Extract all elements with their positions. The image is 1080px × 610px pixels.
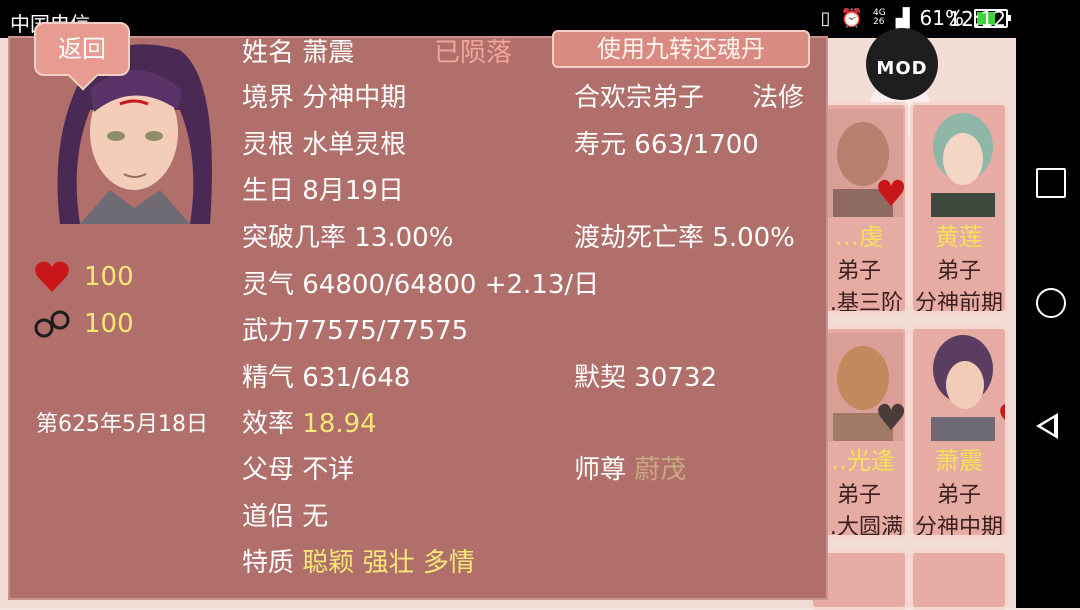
home-button[interactable] [1036, 288, 1066, 318]
disciple-card[interactable]: ♥ 萧震 弟子 分神中期 [910, 326, 1008, 538]
card-rank: …基三阶 [814, 291, 903, 314]
master-link[interactable]: 蔚茂 [634, 455, 686, 485]
spirit-root-field: 灵根 水单灵根 [242, 130, 407, 160]
lifespan-field: 寿元 663/1700 [574, 130, 759, 160]
recents-button[interactable] [1036, 168, 1066, 198]
portrait-image [923, 109, 1003, 217]
tribulation-field: 渡劫死亡率 5.00% [574, 223, 795, 253]
card-rank: 分神中期 [914, 515, 1003, 538]
essence-field: 精气 631/648 [242, 363, 411, 393]
card-rank: …大圆满 [814, 515, 903, 538]
vibrate-icon: ▯ [820, 7, 831, 29]
mod-button[interactable]: MOD [866, 28, 938, 100]
qi-field: 灵气 64800/64800 +2.13/日 [242, 270, 600, 300]
card-role: 弟子 [836, 259, 881, 284]
traits-field: 特质 聪颖 强壮 多情 [242, 548, 475, 578]
bond-row: 100 [34, 308, 134, 340]
heart-icon: ♥ [875, 174, 908, 215]
partner-field: 道侣 无 [242, 502, 329, 532]
back-nav-button[interactable] [1036, 413, 1058, 439]
signal-icon: ▟ [895, 7, 910, 29]
card-rank: 分神前期 [914, 291, 1003, 314]
trait-item[interactable]: 强壮 [363, 548, 415, 578]
master-field: 师尊 蔚茂 [574, 455, 687, 485]
game-date: 第625年5月18日 [36, 412, 208, 437]
heart-icon: ♥ [997, 401, 1005, 437]
name-field: 姓名 萧震 [242, 38, 355, 68]
heart-icon: ♥ [875, 398, 908, 439]
alarm-icon: ⏰ [840, 7, 863, 29]
card-name: …光逢 [823, 447, 895, 475]
handcuffs-icon [34, 310, 70, 338]
favor-value: 100 [84, 262, 134, 292]
efficiency-field: 效率 18.94 [242, 409, 377, 439]
heart-icon [35, 261, 69, 292]
favor-row: 100 [34, 260, 134, 294]
card-role: 弟子 [936, 259, 981, 284]
use-revive-pill-button[interactable]: 使用九转还魂丹 [552, 30, 810, 68]
class-label: 法修 [752, 83, 805, 113]
card-role: 弟子 [936, 483, 981, 508]
android-nav-bar [1016, 38, 1080, 608]
sect-label: 合欢宗弟子 [574, 83, 705, 113]
card-role: 弟子 [836, 483, 881, 508]
status-label: 已陨落 [434, 38, 513, 68]
parents-field: 父母 不详 [242, 455, 355, 485]
birthday-field: 生日 8月19日 [242, 176, 404, 206]
clock: 12:12 [948, 7, 1006, 31]
disciple-card[interactable]: 黄莲 弟子 分神前期 [910, 102, 1008, 314]
network-icon: 4G 26 [873, 8, 886, 27]
card-name: …虔 [835, 223, 883, 251]
portrait-image [923, 333, 1003, 441]
rapport-field: 默契 30732 [574, 363, 717, 393]
trait-item[interactable]: 多情 [423, 548, 475, 578]
trait-item[interactable]: 聪颖 [302, 548, 354, 578]
character-detail-panel: 返回 100 100 第625年5月18日 使用九转还魂丹 姓名 萧震 已陨落 … [10, 22, 826, 598]
back-button[interactable]: 返回 [34, 22, 130, 91]
breakthrough-field: 突破几率 13.00% [242, 223, 454, 253]
power-field: 武力77575/77575 [242, 316, 469, 346]
bond-value: 100 [84, 309, 134, 339]
card-name: 黄莲 [935, 223, 983, 251]
card-name: 萧震 [935, 447, 983, 475]
realm-field: 境界 分神中期 [242, 83, 407, 113]
disciple-card[interactable] [910, 550, 1008, 610]
